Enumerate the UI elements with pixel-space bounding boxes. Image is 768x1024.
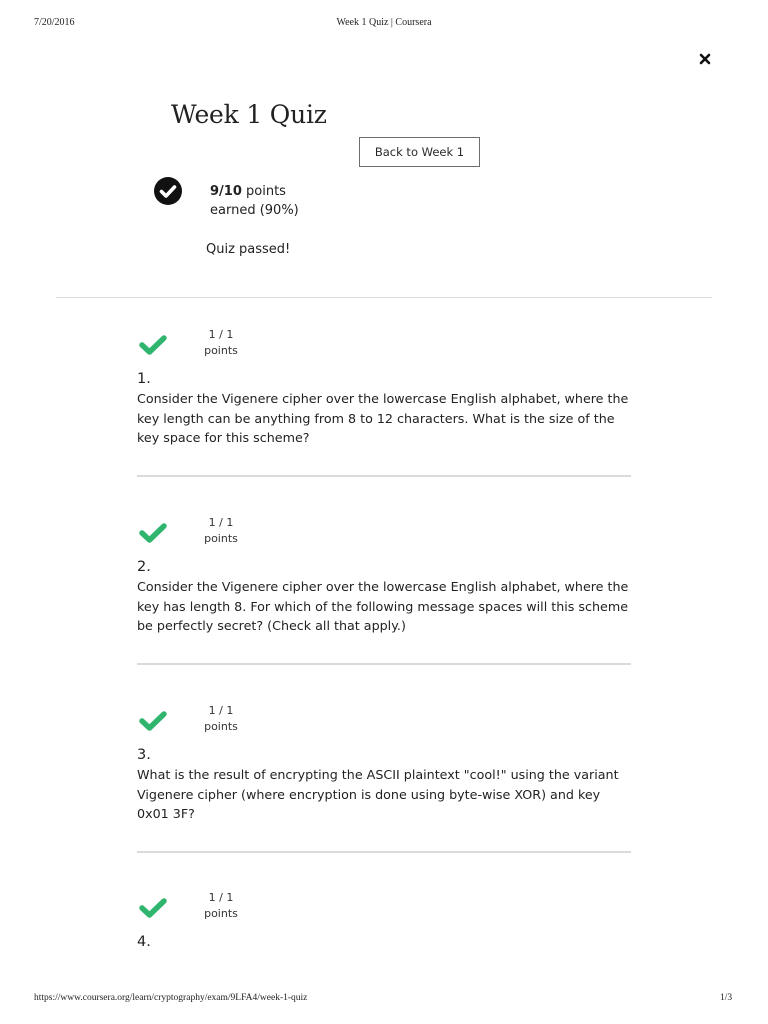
- question-number: 1.: [137, 371, 151, 387]
- question-number: 4.: [137, 934, 151, 950]
- section-divider: [56, 297, 712, 298]
- quiz-status: Quiz passed!: [206, 242, 291, 257]
- points-value: 1 / 1: [208, 516, 234, 529]
- points-value: 1 / 1: [208, 328, 234, 341]
- score-unit: points: [241, 184, 286, 199]
- page-title: Week 1 Quiz: [171, 100, 327, 129]
- points-value: 1 / 1: [208, 704, 234, 717]
- question-divider: [137, 475, 631, 477]
- points-label: points: [204, 344, 238, 357]
- points-label: points: [204, 907, 238, 920]
- close-icon[interactable]: [699, 53, 711, 65]
- print-header: 7/20/2016 Week 1 Quiz | Coursera: [0, 17, 768, 31]
- question-divider: [137, 851, 631, 853]
- check-icon: [139, 523, 167, 543]
- question-text: Consider the Vigenere cipher over the lo…: [137, 579, 629, 633]
- question-number: 3.: [137, 747, 151, 763]
- question-number: 2.: [137, 559, 151, 575]
- page-url: https://www.coursera.org/learn/cryptogra…: [34, 993, 308, 1003]
- check-circle-icon: [154, 177, 182, 205]
- score-summary: 9/10 points earned (90%): [210, 182, 299, 220]
- question-points: 1 / 1 points: [197, 515, 245, 547]
- score-line-1: 9/10 points: [210, 182, 299, 201]
- question-divider: [137, 663, 631, 665]
- question-points: 1 / 1 points: [197, 703, 245, 735]
- check-icon: [139, 711, 167, 731]
- question-points: 1 / 1 points: [197, 327, 245, 359]
- page-number: 1/3: [720, 993, 733, 1003]
- points-label: points: [204, 720, 238, 733]
- question-points: 1 / 1 points: [197, 890, 245, 922]
- points-label: points: [204, 532, 238, 545]
- print-page-title: Week 1 Quiz | Coursera: [336, 17, 432, 28]
- check-icon: [139, 898, 167, 918]
- back-to-week-button[interactable]: Back to Week 1: [359, 137, 480, 167]
- score-value: 9/10: [210, 184, 242, 199]
- question-text: What is the result of encrypting the ASC…: [137, 767, 619, 821]
- check-icon: [139, 335, 167, 355]
- points-value: 1 / 1: [208, 891, 234, 904]
- question-text: Consider the Vigenere cipher over the lo…: [137, 391, 629, 445]
- score-line-2: earned (90%): [210, 203, 299, 218]
